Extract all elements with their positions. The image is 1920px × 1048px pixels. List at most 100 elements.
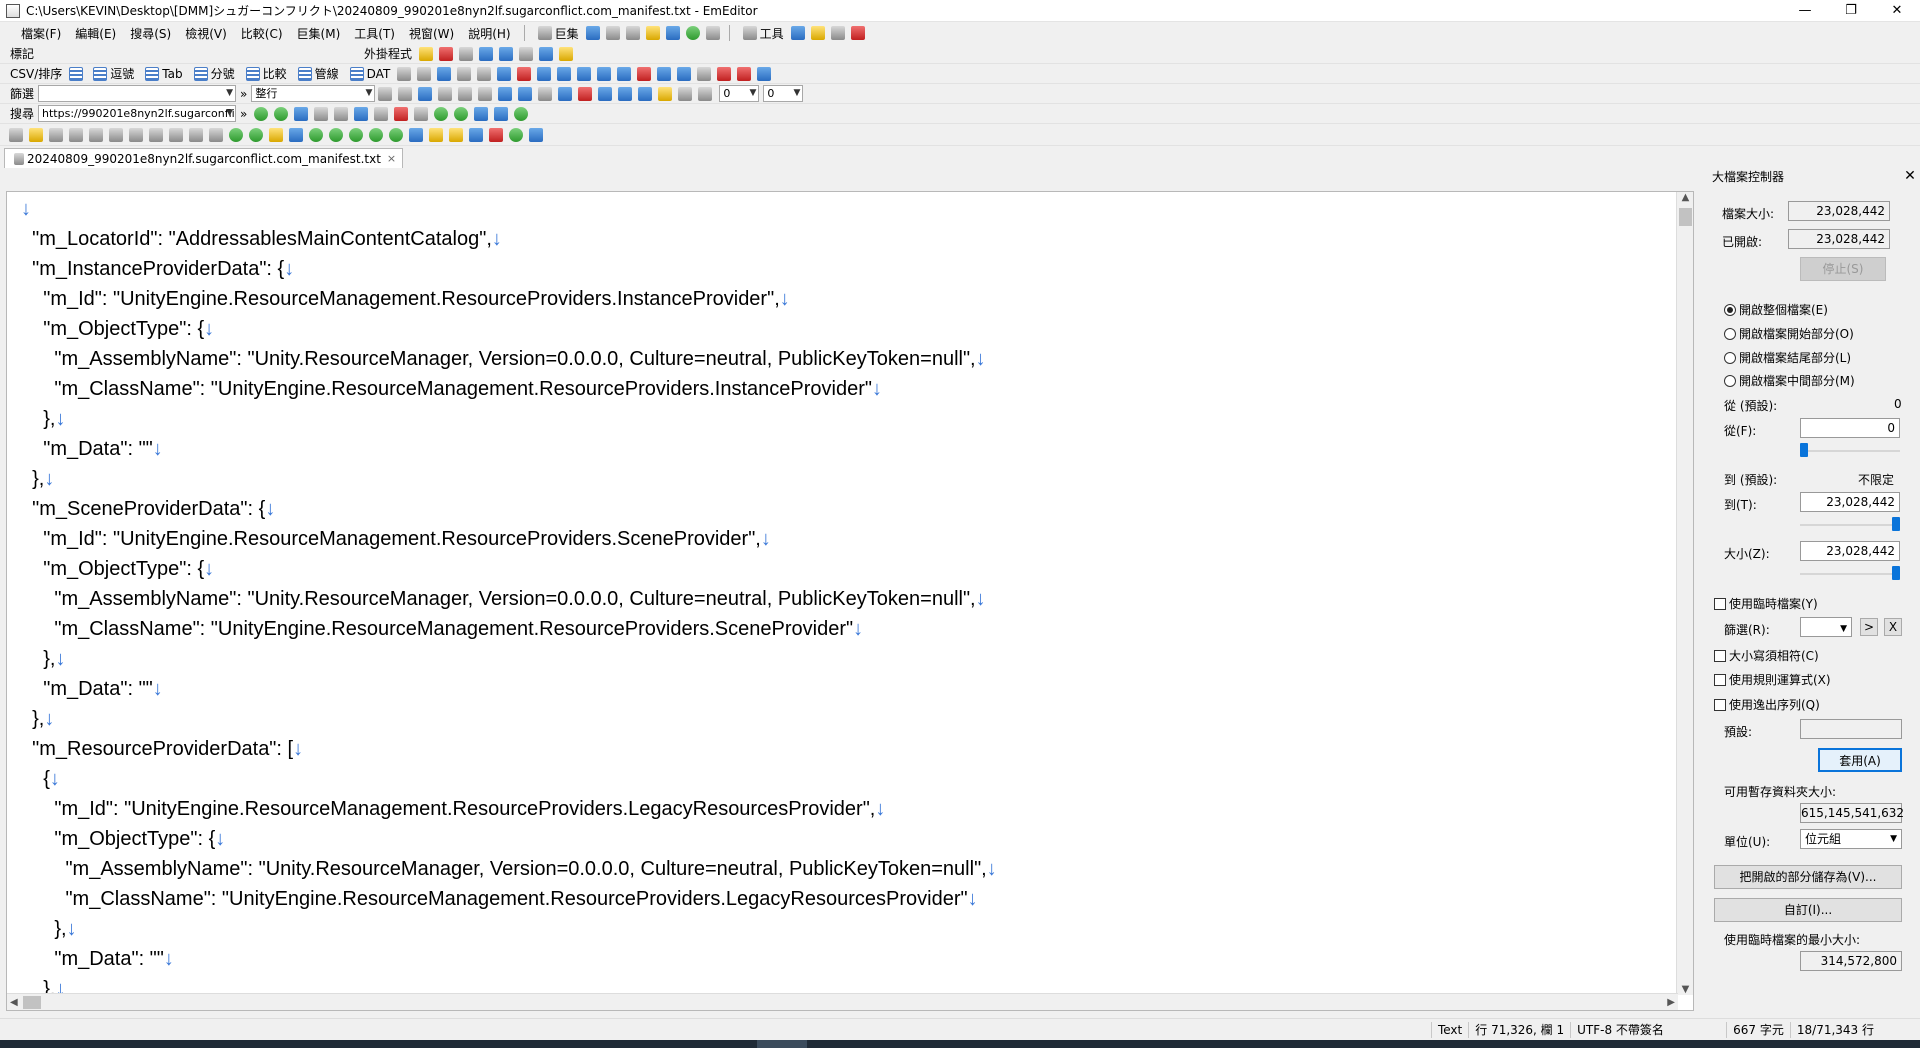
- open-whole-radio[interactable]: 開啟整個檔案(E): [1724, 301, 1828, 318]
- open-start-radio[interactable]: 開啟檔案開始部分(O): [1724, 325, 1854, 342]
- csv-pipe-button[interactable]: 管線: [291, 65, 343, 83]
- editor-line[interactable]: "m_ObjectType": {↓: [21, 314, 997, 344]
- menu-search[interactable]: 搜尋(S): [123, 25, 178, 42]
- tools-toolbar-button[interactable]: 工具: [736, 24, 788, 42]
- editor-line[interactable]: },↓: [21, 914, 997, 944]
- regex-icon[interactable]: [334, 106, 349, 121]
- find-icon[interactable]: [418, 86, 433, 101]
- apply-button[interactable]: 套用(A): [1818, 748, 1902, 772]
- columns-icon[interactable]: [437, 66, 452, 81]
- more-icon[interactable]: »: [236, 107, 251, 121]
- editor-line[interactable]: "m_Id": "UnityEngine.ResourceManagement.…: [21, 794, 997, 824]
- redo-icon[interactable]: [189, 127, 203, 142]
- sort-icon[interactable]: [537, 66, 552, 81]
- list-icon[interactable]: [474, 106, 489, 121]
- editor-line[interactable]: "m_InstanceProviderData": {↓: [21, 254, 997, 284]
- table-icon[interactable]: [657, 66, 672, 81]
- macros-toolbar-button[interactable]: 巨集: [531, 24, 583, 42]
- newline-icon[interactable]: [354, 106, 369, 121]
- menu-file[interactable]: 檔案(F): [14, 25, 68, 42]
- sort-descending-icon[interactable]: [517, 66, 532, 81]
- book-icon[interactable]: [578, 86, 593, 101]
- csv-comma-button[interactable]: 逗號: [86, 65, 138, 83]
- csv-semicolon-button[interactable]: 分號: [187, 65, 239, 83]
- status-encoding[interactable]: UTF-8 不帶簽名: [1570, 1021, 1726, 1038]
- editor-line[interactable]: "m_Id": "UnityEngine.ResourceManagement.…: [21, 284, 997, 314]
- arrow-down-icon[interactable]: [618, 86, 633, 101]
- filter-icon[interactable]: [638, 86, 653, 101]
- window-icon[interactable]: [309, 127, 323, 142]
- filter-select[interactable]: ▼: [1800, 617, 1852, 637]
- filter-icon[interactable]: [289, 127, 303, 142]
- filter-input[interactable]: ▼: [38, 85, 237, 102]
- spellcheck-icon[interactable]: [637, 66, 652, 81]
- swap-icon[interactable]: [434, 106, 449, 121]
- globe-icon[interactable]: [790, 26, 805, 40]
- context-lines-before-select[interactable]: 0 ▼: [719, 85, 760, 102]
- find-icon[interactable]: [294, 106, 309, 121]
- editor-line[interactable]: "m_AssemblyName": "Unity.ResourceManager…: [21, 344, 997, 374]
- scroll-left-icon[interactable]: ◀: [10, 994, 18, 1010]
- open-middle-radio[interactable]: 開啟檔案中間部分(M): [1724, 372, 1855, 389]
- plugin-icon[interactable]: [559, 46, 574, 61]
- horizontal-scrollbar[interactable]: ◀ ▶: [7, 993, 1678, 1010]
- cursor-icon[interactable]: [705, 26, 720, 40]
- vertical-scrollbar[interactable]: ▲ ▼: [1676, 192, 1693, 995]
- sort-icon[interactable]: [617, 66, 632, 81]
- pin-icon[interactable]: [850, 26, 865, 40]
- plugin-icon[interactable]: [519, 46, 534, 61]
- menu-compare[interactable]: 比較(C): [234, 25, 290, 42]
- word-icon[interactable]: [414, 106, 429, 121]
- print-preview-icon[interactable]: [89, 127, 103, 142]
- window-icon[interactable]: [349, 127, 363, 142]
- match-case-checkbox[interactable]: 大小寫須相符(C): [1714, 647, 1819, 664]
- copy-icon[interactable]: [129, 127, 143, 142]
- to-input[interactable]: 23,028,442: [1800, 492, 1900, 512]
- menu-help[interactable]: 說明(H): [461, 25, 517, 42]
- csv-compare-button[interactable]: 比較: [239, 65, 291, 83]
- find-next-icon[interactable]: [229, 127, 243, 142]
- newline-icon[interactable]: [458, 86, 473, 101]
- text-icon[interactable]: [558, 86, 573, 101]
- dropdown-icon[interactable]: [757, 66, 772, 81]
- sort-ascending-icon[interactable]: [497, 66, 512, 81]
- menu-window[interactable]: 視窗(W): [402, 25, 461, 42]
- editor-line[interactable]: },↓: [21, 644, 997, 674]
- go-icon[interactable]: [514, 106, 529, 121]
- puzzle-icon[interactable]: [645, 26, 660, 40]
- case-icon[interactable]: [498, 86, 513, 101]
- number-icon[interactable]: [737, 66, 752, 81]
- close-panel-icon[interactable]: ✕: [1900, 168, 1920, 184]
- paste-icon[interactable]: [149, 127, 163, 142]
- globe-icon[interactable]: [409, 127, 423, 142]
- editor-line[interactable]: "m_SceneProviderData": {↓: [21, 494, 997, 524]
- check-icon[interactable]: [605, 26, 620, 40]
- page-icon[interactable]: [598, 86, 613, 101]
- size-input[interactable]: 23,028,442: [1800, 541, 1900, 561]
- from-slider[interactable]: [1800, 441, 1900, 461]
- editor-line[interactable]: "m_ObjectType": {↓: [21, 554, 997, 584]
- to-slider[interactable]: [1800, 515, 1900, 535]
- highlight-icon[interactable]: [269, 127, 283, 142]
- editor-line[interactable]: {↓: [21, 764, 997, 794]
- size-slider-knob[interactable]: [1892, 566, 1900, 580]
- run-icon[interactable]: [685, 26, 700, 40]
- editor-line[interactable]: "m_ObjectType": {↓: [21, 824, 997, 854]
- plugin-icon[interactable]: [499, 46, 514, 61]
- vertical-scroll-thumb[interactable]: [1679, 208, 1692, 226]
- editor-content[interactable]: ↓ "m_LocatorId": "AddressablesMainConten…: [21, 194, 997, 1004]
- menu-view[interactable]: 檢視(V): [178, 25, 234, 42]
- sort-icon[interactable]: [557, 66, 572, 81]
- document-icon[interactable]: [389, 127, 403, 142]
- undo-icon[interactable]: [169, 127, 183, 142]
- document-tab[interactable]: 20240809_990201e8nyn2lf.sugarconflict.co…: [4, 148, 404, 168]
- text-editor[interactable]: ↓ "m_LocatorId": "AddressablesMainConten…: [6, 191, 1694, 1011]
- editor-line[interactable]: "m_Data": ""↓: [21, 944, 997, 974]
- filter-clear-button[interactable]: X: [1884, 618, 1902, 636]
- refresh-icon[interactable]: [378, 86, 393, 101]
- editor-line[interactable]: ↓: [21, 194, 997, 224]
- editor-line[interactable]: "m_Data": ""↓: [21, 434, 997, 464]
- list-icon[interactable]: [717, 66, 732, 81]
- minimize-button[interactable]: —: [1782, 0, 1828, 22]
- editor-line[interactable]: },↓: [21, 464, 997, 494]
